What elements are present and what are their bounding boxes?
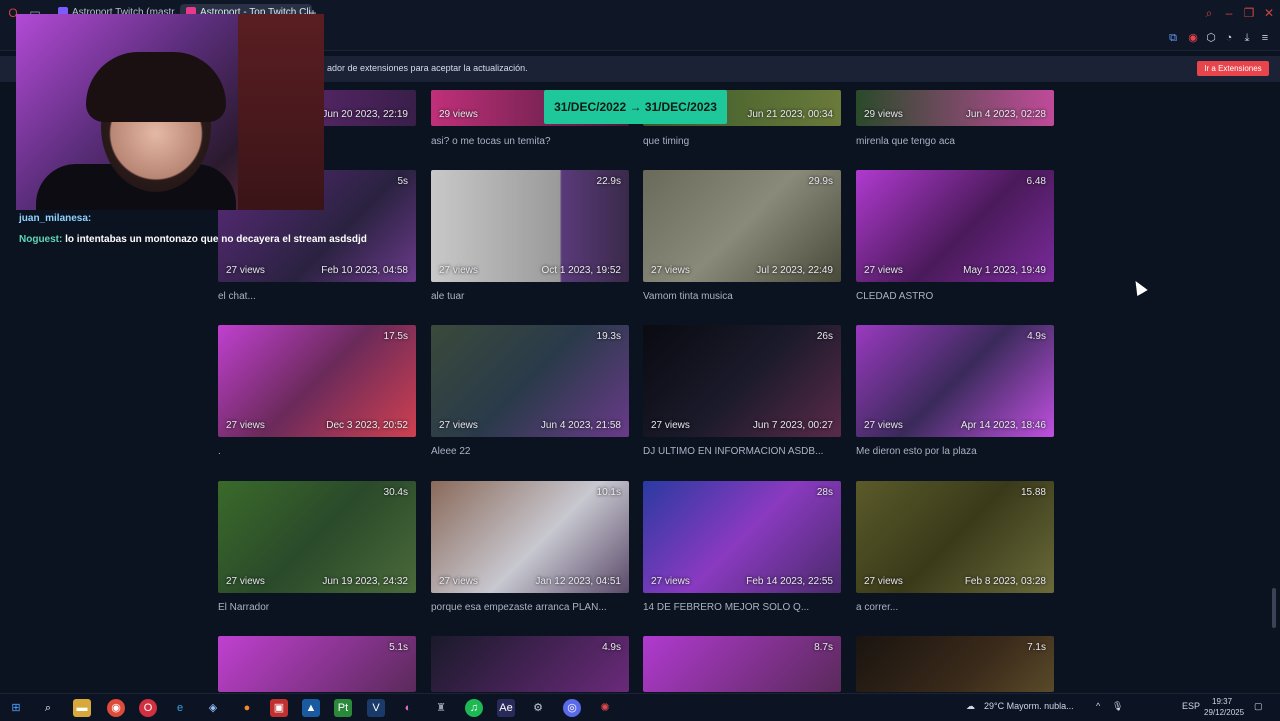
clip-title[interactable]: El Narrador xyxy=(218,602,418,613)
weather-icon[interactable]: ☁ xyxy=(966,701,975,712)
discord-icon[interactable]: ◎ xyxy=(563,699,581,717)
mouse-cursor-icon xyxy=(1130,277,1148,297)
microphone-icon[interactable]: 🎙 xyxy=(1112,701,1123,712)
date-range-badge[interactable]: 31/DEC/2022 → 31/DEC/2023 xyxy=(544,90,727,124)
extensions-icon[interactable]: ⬡ xyxy=(1204,31,1218,45)
chrome-icon[interactable]: ◉ xyxy=(107,699,125,717)
clip-title[interactable]: asi? o me tocas un temita? xyxy=(431,136,631,147)
clip-thumbnail[interactable]: 6.48 27 views May 1 2023, 19:49 xyxy=(856,170,1054,282)
chat-message: Noguest: lo intentabas un montonazo que … xyxy=(19,234,367,245)
close-icon[interactable]: ✕ xyxy=(1262,6,1276,20)
clip-thumbnail[interactable]: 4.9s 27 views Apr 14 2023, 18:46 xyxy=(856,325,1054,437)
clip-thumbnail[interactable]: 8.7s xyxy=(643,636,841,692)
clip-title[interactable]: DJ ULTIMO EN INFORMACION ASDB... xyxy=(643,446,843,457)
clip-title[interactable]: Aleee 22 xyxy=(431,446,631,457)
app-icon[interactable]: ◐ xyxy=(399,699,417,717)
visual-studio-icon[interactable]: V xyxy=(367,699,385,717)
chat-text: lo intentabas un montonazo que no decaye… xyxy=(65,234,367,245)
clip-thumbnail[interactable]: 26s 27 views Jun 7 2023, 00:27 xyxy=(643,325,841,437)
app-icon[interactable]: ▲ xyxy=(302,699,320,717)
clip-thumbnail[interactable]: 10.1s 27 views Jan 12 2023, 04:51 xyxy=(431,481,629,593)
clip-thumbnail[interactable]: 19.3s 27 views Jun 4 2023, 21:58 xyxy=(431,325,629,437)
edge-icon[interactable]: e xyxy=(171,699,189,717)
page-scrollbar[interactable] xyxy=(1272,588,1276,628)
clip-thumbnail[interactable]: 15.88 27 views Feb 8 2023, 03:28 xyxy=(856,481,1054,593)
chat-username: juan_milanesa: xyxy=(19,213,92,224)
opera-icon[interactable]: O xyxy=(139,699,157,717)
menu-icon[interactable]: ≡ xyxy=(1258,31,1272,45)
download-icon[interactable]: ⤓ xyxy=(1240,31,1254,45)
clip-thumbnail[interactable]: 7.1s xyxy=(856,636,1054,692)
language-indicator[interactable]: ESP xyxy=(1182,701,1200,711)
extension-red-icon[interactable]: ◉ xyxy=(1186,31,1200,45)
clip-title[interactable]: porque esa empezaste arranca PLAN... xyxy=(431,602,631,613)
after-effects-icon[interactable]: Ae xyxy=(497,699,515,717)
clock-date[interactable]: 29/12/2025 xyxy=(1204,708,1244,717)
app-icon[interactable]: ◈ xyxy=(204,699,222,717)
weather-text[interactable]: 29°C Mayorm. nubla... xyxy=(984,701,1074,711)
clip-title[interactable]: mirenla que tengo aca xyxy=(856,136,1056,147)
clip-title[interactable]: ale tuar xyxy=(431,291,631,302)
clip-thumbnail[interactable]: 29.9s 27 views Jul 2 2023, 22:49 xyxy=(643,170,841,282)
infobar-text: ador de extensiones para aceptar la actu… xyxy=(327,63,528,73)
webcam-background-door xyxy=(238,14,324,210)
clip-thumbnail[interactable]: 29 views Jun 4 2023, 02:28 xyxy=(856,90,1054,126)
search-tabs-icon[interactable]: ⌕ xyxy=(1202,6,1216,20)
maximize-icon[interactable]: ❐ xyxy=(1242,6,1256,20)
windows-taskbar: ⊞ ⌕ ▬ ◉ O e ◈ ● ▣ ▲ Pt V ◐ ♜ ♫ Ae ⚙ ◎ ✺ … xyxy=(0,693,1280,721)
clock-time[interactable]: 19:37 xyxy=(1212,697,1232,706)
tray-chevron-icon[interactable]: ^ xyxy=(1096,701,1100,711)
clip-title[interactable]: Me dieron esto por la plaza xyxy=(856,446,1056,457)
pt-icon[interactable]: Pt xyxy=(334,699,352,717)
clip-thumbnail[interactable]: 4.9s xyxy=(431,636,629,692)
chat-message: juan_milanesa: xyxy=(19,213,91,224)
steam-icon[interactable]: ⚙ xyxy=(529,699,547,717)
clip-title[interactable]: . xyxy=(218,446,418,457)
clip-title[interactable]: CLEDAD ASTRO xyxy=(856,291,1056,302)
search-icon[interactable]: ⌕ xyxy=(39,699,57,717)
app-icon[interactable]: ♜ xyxy=(432,699,450,717)
clip-title[interactable]: Vamom tinta musica xyxy=(643,291,843,302)
webcam-person-hair xyxy=(86,52,226,122)
clip-title[interactable]: que timing xyxy=(643,136,843,147)
file-explorer-icon[interactable]: ▬ xyxy=(73,699,91,717)
app-icon[interactable]: ▣ xyxy=(270,699,288,717)
clip-thumbnail[interactable]: 28s 27 views Feb 14 2023, 22:55 xyxy=(643,481,841,593)
clip-title[interactable]: 14 DE FEBRERO MEJOR SOLO Q... xyxy=(643,602,843,613)
go-to-extensions-button[interactable]: Ir a Extensiones xyxy=(1197,61,1269,76)
app-icon[interactable]: ● xyxy=(238,699,256,717)
notifications-icon[interactable]: ▢ xyxy=(1254,701,1263,712)
clip-thumbnail[interactable]: 17.5s 27 views Dec 3 2023, 20:52 xyxy=(218,325,416,437)
clip-title[interactable]: a correr... xyxy=(856,602,1056,613)
clip-title[interactable]: el chat... xyxy=(218,291,418,302)
clip-thumbnail[interactable]: 5.1s xyxy=(218,636,416,692)
webcam-overlay xyxy=(16,14,324,210)
app-icon[interactable]: ✺ xyxy=(596,699,614,717)
windows-start-icon[interactable]: ⊞ xyxy=(7,699,25,717)
profile-icon[interactable]: ◔ xyxy=(1222,31,1236,45)
clip-thumbnail[interactable]: 30.4s 27 views Jun 19 2023, 24:32 xyxy=(218,481,416,593)
minimize-icon[interactable]: – xyxy=(1222,6,1236,20)
clip-thumbnail[interactable]: 22.9s 27 views Oct 1 2023, 19:52 xyxy=(431,170,629,282)
translate-icon[interactable]: ⧉ xyxy=(1166,31,1180,45)
spotify-icon[interactable]: ♫ xyxy=(465,699,483,717)
chat-username: Noguest: xyxy=(19,234,63,245)
